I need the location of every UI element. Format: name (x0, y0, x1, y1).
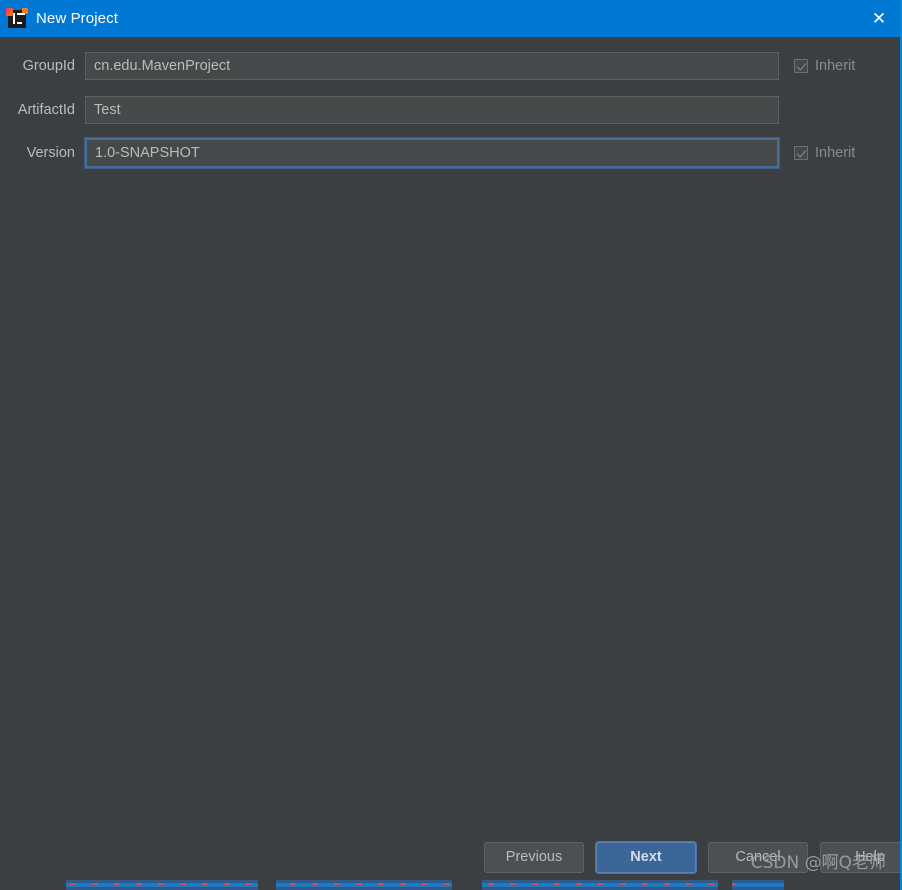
version-input[interactable]: 1.0-SNAPSHOT (85, 138, 779, 168)
groupid-input[interactable]: cn.edu.MavenProject (85, 52, 779, 80)
form-row-groupid: GroupId cn.edu.MavenProject Inherit (0, 52, 900, 80)
version-inherit-label: Inherit (815, 145, 856, 161)
next-button[interactable]: Next (596, 841, 696, 873)
artifactid-label: ArtifactId (17, 102, 75, 118)
title-bar: New Project ✕ (0, 0, 900, 37)
maven-coordinates-form: GroupId cn.edu.MavenProject Inherit Arti… (0, 37, 900, 890)
background-window-sliver (0, 880, 900, 890)
groupid-inherit-group[interactable]: Inherit (794, 58, 855, 74)
intellij-idea-icon (6, 7, 28, 28)
version-label: Version (26, 145, 75, 161)
help-button[interactable]: Help (820, 841, 900, 873)
form-row-version: Version 1.0-SNAPSHOT Inherit (0, 138, 900, 168)
groupid-inherit-checkbox[interactable] (794, 59, 808, 73)
new-project-dialog: New Project ✕ GroupId cn.edu.MavenProjec… (0, 0, 902, 890)
artifactid-input[interactable]: Test (85, 96, 779, 124)
close-icon[interactable]: ✕ (856, 0, 900, 37)
previous-button[interactable]: Previous (484, 841, 584, 873)
version-inherit-group[interactable]: Inherit (794, 145, 855, 161)
form-row-artifactid: ArtifactId Test (0, 96, 900, 124)
groupid-inherit-label: Inherit (815, 58, 856, 74)
cancel-button[interactable]: Cancel (708, 841, 808, 873)
window-title: New Project (36, 10, 118, 27)
groupid-label: GroupId (22, 58, 75, 74)
version-inherit-checkbox[interactable] (794, 146, 808, 160)
dialog-button-bar: Previous Next Cancel Help (0, 841, 900, 873)
